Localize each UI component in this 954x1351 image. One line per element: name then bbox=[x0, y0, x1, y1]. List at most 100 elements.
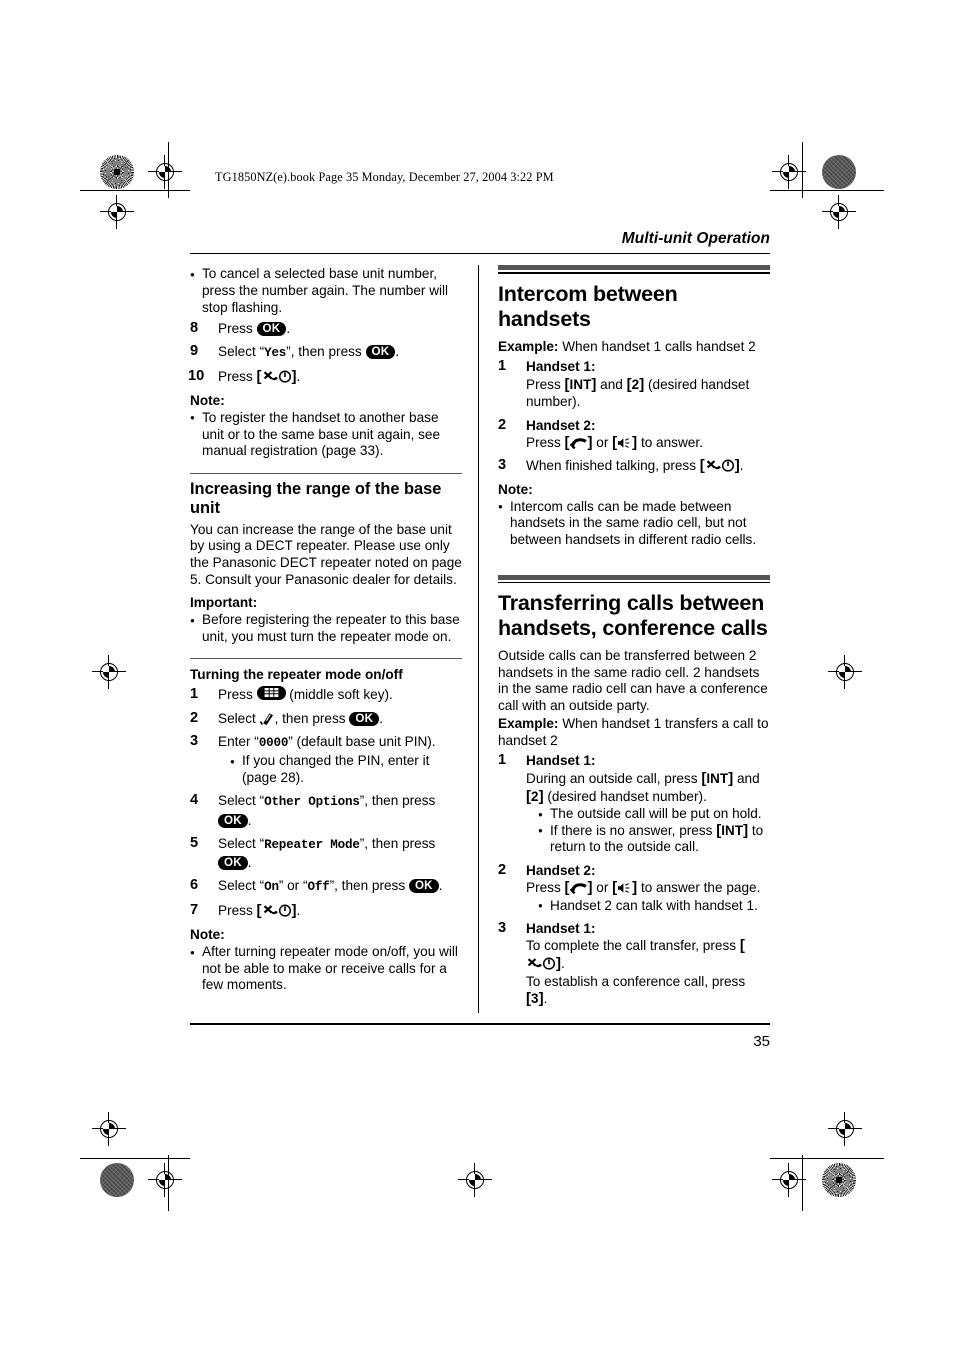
ok-button-icon[interactable]: OK bbox=[256, 322, 287, 337]
step-number: 2 bbox=[498, 861, 507, 878]
step-text-post: . bbox=[379, 710, 383, 726]
page-content: TG1850NZ(e).book Page 35 Monday, Decembe… bbox=[188, 170, 770, 1050]
gray-density-mark-top-right bbox=[822, 155, 856, 189]
step-text-post: . bbox=[739, 458, 744, 474]
step-number: 4 bbox=[190, 791, 199, 808]
registration-mark-mid-left bbox=[92, 655, 126, 689]
step-text-pre: Press bbox=[526, 376, 565, 392]
step-number: 2 bbox=[498, 416, 507, 433]
step-number: 5 bbox=[190, 834, 199, 851]
power-off-key-icon[interactable] bbox=[262, 370, 292, 384]
registration-mark-bottom-right bbox=[772, 1163, 806, 1197]
step-8: 8 Press OK. bbox=[190, 320, 462, 338]
int-key-label[interactable]: INT bbox=[721, 823, 743, 838]
digit-key-label[interactable]: 3 bbox=[531, 991, 539, 1006]
trim-line-left-vertical-bottom bbox=[168, 1155, 170, 1211]
ok-button-icon[interactable]: OK bbox=[218, 856, 248, 871]
step-10: 10 Press []. bbox=[188, 368, 462, 386]
ok-button-icon[interactable]: OK bbox=[349, 711, 380, 726]
note-label: Note: bbox=[498, 481, 533, 497]
section-rule-thin bbox=[498, 581, 770, 583]
step-2: 2 Select , then press OK. bbox=[190, 710, 462, 728]
menu-value-on: On bbox=[264, 880, 279, 895]
example-label: Example: bbox=[498, 716, 559, 732]
step-text-pre: Select bbox=[218, 710, 260, 726]
book-file-header: TG1850NZ(e).book Page 35 Monday, Decembe… bbox=[215, 170, 554, 184]
step-text-pre: Press bbox=[218, 687, 257, 703]
ok-button-icon[interactable]: OK bbox=[218, 813, 248, 828]
talk-key-icon[interactable] bbox=[569, 437, 588, 450]
step-text-mid: , then press bbox=[290, 344, 366, 360]
list-item: If there is no answer, press [INT] to re… bbox=[538, 822, 770, 856]
settings-wedge-icon[interactable] bbox=[259, 712, 275, 725]
menu-value-yes: Yes bbox=[264, 346, 287, 361]
registration-steps-continued: 8 Press OK. 9 Select “Yes”, then press O… bbox=[188, 320, 462, 386]
talk-key-icon[interactable] bbox=[569, 882, 588, 895]
section-title-intercom: Intercom between handsets bbox=[498, 281, 678, 331]
note-bullet-list: After turning repeater mode on/off, you … bbox=[190, 944, 462, 994]
step-5: 5 Select “Repeater Mode”, then press OK. bbox=[190, 834, 436, 871]
power-off-key-icon[interactable] bbox=[526, 957, 556, 970]
step-text-mid: , then press bbox=[364, 835, 436, 851]
step-2-sub-bullets: Handset 2 can talk with handset 1. bbox=[526, 897, 770, 915]
registration-mark-upper-right bbox=[822, 195, 856, 229]
registration-mark-bottom-center bbox=[458, 1163, 492, 1197]
transferring-body-text: Outside calls can be transferred between… bbox=[498, 647, 768, 713]
trim-line-right-vertical-top bbox=[802, 142, 804, 198]
step-text-pre: Select bbox=[218, 878, 260, 894]
example-text: When handset 1 calls handset 2 bbox=[558, 338, 756, 354]
registration-mark-top-right bbox=[772, 155, 806, 189]
section-title-transferring: Transferring calls between handsets, con… bbox=[498, 590, 768, 640]
section-rule-transferring bbox=[498, 574, 770, 583]
step-7: 7 Press []. bbox=[190, 902, 462, 920]
transferring-example-line: Example: When handset 1 transfers a call… bbox=[498, 716, 770, 749]
repeater-mode-steps: 1 Press (middle soft key). 2 Select , th… bbox=[190, 686, 462, 920]
speakerphone-key-icon[interactable] bbox=[617, 882, 632, 894]
step-2: 2 Handset 2: Press [] or [] to answer th… bbox=[498, 862, 770, 915]
step-1-sub-bullets: The outside call will be put on hold. If… bbox=[526, 806, 770, 856]
step-6: 6 Select “On” or “Off”, then press OK. bbox=[190, 877, 443, 895]
step-text-mid: and bbox=[733, 771, 760, 787]
important-bullet-list: Before registering the repeater to this … bbox=[190, 612, 462, 645]
step-1: 1 Handset 1: During an outside call, pre… bbox=[498, 752, 770, 856]
section-rule-intercom bbox=[498, 265, 770, 274]
column-divider bbox=[478, 265, 480, 1014]
step-text-mid: , then press bbox=[364, 792, 436, 808]
right-column: Intercom between handsets Example: When … bbox=[498, 265, 770, 1013]
step-1: 1 Press (middle soft key). bbox=[190, 686, 462, 704]
step-text-line2: To establish a conference call, press bbox=[526, 973, 746, 989]
trim-line-bottom-left bbox=[80, 1158, 190, 1160]
int-key-label[interactable]: INT bbox=[706, 771, 728, 786]
list-item: The outside call will be put on hold. bbox=[538, 806, 770, 823]
handset-label: Handset 1: bbox=[526, 359, 596, 375]
step-text-pre: Select bbox=[218, 835, 260, 851]
bracket-open: [ bbox=[739, 937, 745, 955]
step-4: 4 Select “Other Options”, then press OK. bbox=[190, 791, 436, 828]
step-text-pre: Press bbox=[218, 369, 257, 385]
list-item: Before registering the repeater to this … bbox=[190, 612, 462, 645]
minisection-rule bbox=[190, 658, 462, 660]
step-text-pre: When finished talking, press bbox=[526, 458, 700, 474]
sub-bullet-pre: If there is no answer, press bbox=[550, 822, 717, 838]
ok-button-icon[interactable]: OK bbox=[408, 879, 439, 894]
step-3: 3 Handset 1: To complete the call transf… bbox=[498, 920, 770, 1008]
registration-mark-top-left bbox=[148, 155, 182, 189]
int-key-label[interactable]: INT bbox=[570, 377, 592, 392]
speakerphone-key-icon[interactable] bbox=[617, 437, 632, 449]
power-off-key-icon[interactable] bbox=[262, 904, 292, 918]
registration-mark-mid-right bbox=[828, 655, 862, 689]
transferring-steps: 1 Handset 1: During an outside call, pre… bbox=[498, 752, 770, 1007]
trim-line-top-right bbox=[770, 190, 884, 192]
trim-line-left-vertical bbox=[168, 142, 170, 198]
header-rule bbox=[190, 253, 770, 255]
middle-soft-key-icon[interactable] bbox=[256, 686, 286, 701]
ok-button-icon[interactable]: OK bbox=[365, 345, 396, 360]
list-item: Handset 2 can talk with handset 1. bbox=[538, 897, 770, 915]
step-number: 9 bbox=[190, 343, 199, 360]
digit-key-label[interactable]: 2 bbox=[531, 789, 539, 804]
step-text-post: to answer. bbox=[637, 435, 703, 451]
section-rule-thick bbox=[498, 574, 770, 580]
default-pin-value: 0000 bbox=[258, 735, 289, 750]
power-off-key-icon[interactable] bbox=[705, 459, 735, 472]
trim-line-bottom-right bbox=[770, 1158, 884, 1160]
